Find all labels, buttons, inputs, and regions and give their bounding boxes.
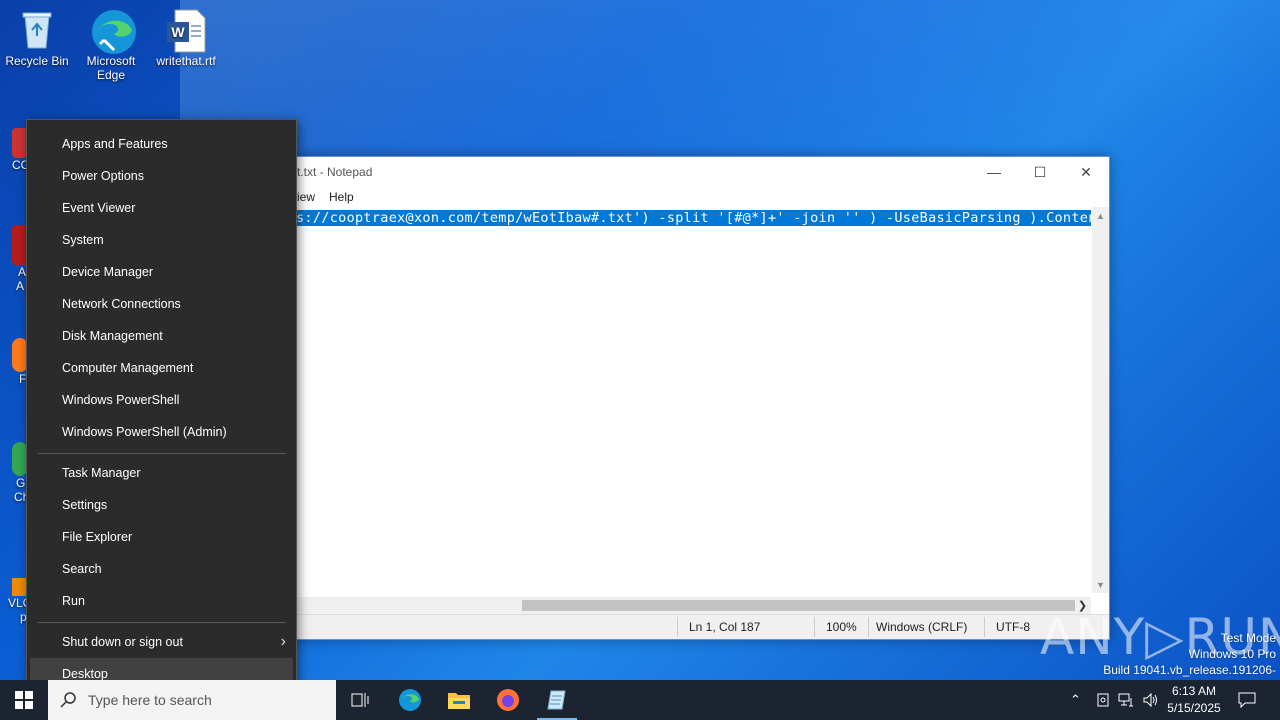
- action-center-button[interactable]: [1238, 680, 1256, 720]
- menu-divider: [38, 453, 286, 454]
- start-button[interactable]: [0, 680, 48, 720]
- desktop-icon-writethat[interactable]: W writethat.rtf: [149, 0, 223, 68]
- menu-item-search[interactable]: Search: [27, 553, 296, 585]
- menu-item-device-manager[interactable]: Device Manager: [27, 256, 296, 288]
- task-view-button[interactable]: [336, 680, 384, 720]
- winx-context-menu: Apps and Features Power Options Event Vi…: [26, 119, 297, 699]
- firefox-icon: [497, 689, 519, 711]
- tray-volume-button[interactable]: [1142, 680, 1158, 720]
- menu-item-shut-down[interactable]: Shut down or sign out ›: [27, 626, 296, 658]
- edge-icon: [90, 8, 136, 54]
- menu-item-power-options[interactable]: Power Options: [27, 160, 296, 192]
- word-document-icon: W: [165, 8, 207, 53]
- menu-item-file-explorer[interactable]: File Explorer: [27, 521, 296, 553]
- desktop-icon-label: writethat.rtf: [156, 54, 216, 68]
- search-placeholder: Type here to search: [88, 692, 212, 708]
- clock-date: 5/15/2025: [1167, 701, 1221, 715]
- notepad-titlebar[interactable]: t.txt - Notepad — ☐ ✕: [293, 157, 1109, 187]
- edge-icon: [399, 689, 421, 711]
- desktop-icon-label: Microsoft Edge: [86, 54, 136, 82]
- menu-item-event-viewer[interactable]: Event Viewer: [27, 192, 296, 224]
- folder-icon: [448, 693, 470, 709]
- search-icon: [60, 692, 76, 708]
- taskbar-notepad[interactable]: [533, 680, 581, 720]
- tray-ethernet-button[interactable]: [1118, 680, 1136, 720]
- status-position: Ln 1, Col 187: [689, 620, 761, 634]
- recycle-bin-icon: [16, 8, 58, 50]
- scroll-up-icon[interactable]: ▲: [1092, 207, 1109, 224]
- desktop-icon-label: Recycle Bin: [5, 54, 69, 68]
- selected-text[interactable]: s://cooptraex@xon.com/temp/wEotIbaw#.txt…: [295, 210, 1091, 226]
- watermark-edition: Windows 10 Pro: [1188, 647, 1276, 661]
- scroll-down-icon[interactable]: ▼: [1092, 576, 1109, 593]
- menu-item-computer-management[interactable]: Computer Management: [27, 352, 296, 384]
- status-zoom: 100%: [826, 620, 857, 634]
- desktop-icon-edge[interactable]: Microsoft Edge: [74, 0, 148, 82]
- menu-item-windows-powershell-admin[interactable]: Windows PowerShell (Admin): [27, 416, 296, 448]
- notepad-window[interactable]: t.txt - Notepad — ☐ ✕ iew Help s://coopt…: [292, 156, 1110, 640]
- task-view-icon: [351, 693, 369, 707]
- menu-help[interactable]: Help: [329, 190, 354, 204]
- menu-item-run[interactable]: Run: [27, 585, 296, 617]
- maximize-button[interactable]: ☐: [1017, 157, 1063, 187]
- window-title: t.txt - Notepad: [297, 165, 373, 179]
- chevron-up-icon: ⌃: [1070, 692, 1081, 707]
- volume-icon: [1143, 692, 1157, 708]
- watermark-test-mode: Test Mode: [1220, 631, 1276, 645]
- chevron-right-icon: ›: [280, 633, 286, 650]
- menu-item-disk-management[interactable]: Disk Management: [27, 320, 296, 352]
- menu-divider: [38, 622, 286, 623]
- network-icon: [1118, 693, 1133, 707]
- notepad-menubar: iew Help: [293, 187, 1109, 207]
- tray-network-button[interactable]: [1095, 680, 1111, 720]
- taskbar: Type here to search ⌃ 6:13 AM 5/15/2025: [0, 680, 1280, 720]
- desktop-icon-recycle-bin[interactable]: Recycle Bin: [0, 0, 74, 68]
- menu-item-windows-powershell[interactable]: Windows PowerShell: [27, 384, 296, 416]
- taskbar-firefox[interactable]: [484, 680, 532, 720]
- menu-item-network-connections[interactable]: Network Connections: [27, 288, 296, 320]
- menu-item-system[interactable]: System: [27, 224, 296, 256]
- status-bar: Ln 1, Col 187 100% Windows (CRLF) UTF-8: [293, 614, 1109, 639]
- taskbar-search-box[interactable]: Type here to search: [48, 680, 336, 720]
- clock-time: 6:13 AM: [1171, 684, 1217, 698]
- notepad-text-area[interactable]: s://cooptraex@xon.com/temp/wEotIbaw#.txt…: [293, 207, 1091, 593]
- status-line-ending: Windows (CRLF): [876, 620, 968, 634]
- horizontal-scrollbar[interactable]: ❯: [293, 597, 1091, 614]
- svg-text:W: W: [171, 24, 185, 40]
- scrollbar-thumb[interactable]: [522, 600, 1075, 611]
- status-encoding: UTF-8: [996, 620, 1030, 634]
- menu-item-settings[interactable]: Settings: [27, 489, 296, 521]
- vertical-scrollbar[interactable]: ▲ ▼: [1092, 207, 1109, 593]
- windows-logo-icon: [15, 691, 33, 709]
- device-icon: [1097, 693, 1109, 707]
- minimize-button[interactable]: —: [971, 157, 1017, 187]
- taskbar-edge[interactable]: [386, 680, 434, 720]
- tray-overflow-button[interactable]: ⌃: [1070, 680, 1081, 720]
- notepad-icon: [547, 690, 566, 710]
- taskbar-file-explorer[interactable]: [435, 680, 483, 720]
- menu-view[interactable]: iew: [297, 190, 315, 204]
- menu-item-task-manager[interactable]: Task Manager: [27, 457, 296, 489]
- close-button[interactable]: ✕: [1063, 157, 1109, 187]
- taskbar-clock[interactable]: 6:13 AM 5/15/2025: [1158, 683, 1230, 717]
- menu-item-apps-and-features[interactable]: Apps and Features: [27, 128, 296, 160]
- notification-icon: [1238, 692, 1256, 708]
